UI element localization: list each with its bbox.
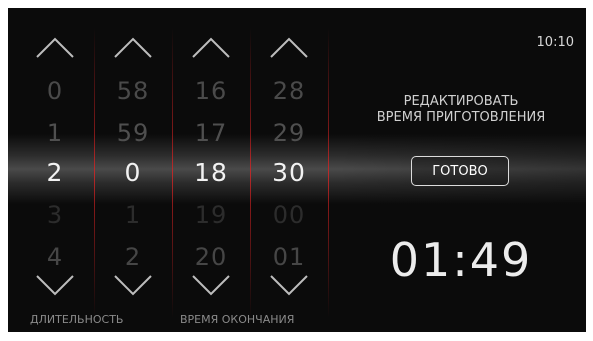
column-divider: [328, 28, 329, 318]
duration-hours-picker[interactable]: 0 1 2 3 4: [16, 8, 94, 332]
title-line: РЕДАКТИРОВАТЬ: [403, 94, 519, 109]
picker-value: 3: [46, 201, 64, 229]
duration-label: ДЛИТЕЛЬНОСТЬ: [30, 313, 124, 326]
picker-value: 59: [116, 119, 150, 147]
picker-selected-value: 30: [272, 158, 306, 187]
picker-value: 01: [272, 243, 306, 271]
picker-value: 58: [116, 77, 150, 105]
chevron-up-icon[interactable]: [269, 35, 309, 59]
end-minutes-picker[interactable]: 28 29 30 00 01: [250, 8, 328, 332]
picker-selected-value: 0: [124, 158, 142, 187]
picker-value: 1: [46, 119, 64, 147]
picker-value: 2: [124, 243, 142, 271]
chevron-down-icon[interactable]: [113, 274, 153, 298]
end-time-label: ВРЕМЯ ОКОНЧАНИЯ: [180, 313, 295, 326]
picker-value: 17: [194, 119, 228, 147]
picker-value: 00: [272, 201, 306, 229]
chevron-up-icon[interactable]: [113, 35, 153, 59]
picker-value: 0: [46, 77, 64, 105]
title-line: ВРЕМЯ ПРИГОТОВЛЕНИЯ: [376, 110, 546, 125]
picker-value: 16: [194, 77, 228, 105]
picker-selected-value: 2: [46, 158, 64, 187]
duration-minutes-picker[interactable]: 58 59 0 1 2: [94, 8, 172, 332]
picker-value: 28: [272, 77, 306, 105]
picker-value: 4: [46, 243, 64, 271]
edit-cook-time-title: РЕДАКТИРОВАТЬ ВРЕМЯ ПРИГОТОВЛЕНИЯ: [348, 94, 574, 126]
end-hours-picker[interactable]: 16 17 18 19 20: [172, 8, 250, 332]
chevron-up-icon[interactable]: [191, 35, 231, 59]
chevron-up-icon[interactable]: [35, 35, 75, 59]
done-button[interactable]: ГОТОВО: [411, 156, 509, 186]
chevron-down-icon[interactable]: [269, 274, 309, 298]
picker-selected-value: 18: [194, 158, 228, 187]
picker-value: 1: [124, 201, 142, 229]
status-clock: 10:10: [536, 35, 574, 50]
picker-value: 20: [194, 243, 228, 271]
chevron-down-icon[interactable]: [35, 274, 75, 298]
oven-timer-screen: 0 1 2 3 4 58 59 0 1 2 16 17 18 19 20 28 …: [8, 8, 586, 332]
cook-time-display: 01:49: [389, 233, 533, 287]
picker-value: 19: [194, 201, 228, 229]
picker-value: 29: [272, 119, 306, 147]
chevron-down-icon[interactable]: [191, 274, 231, 298]
